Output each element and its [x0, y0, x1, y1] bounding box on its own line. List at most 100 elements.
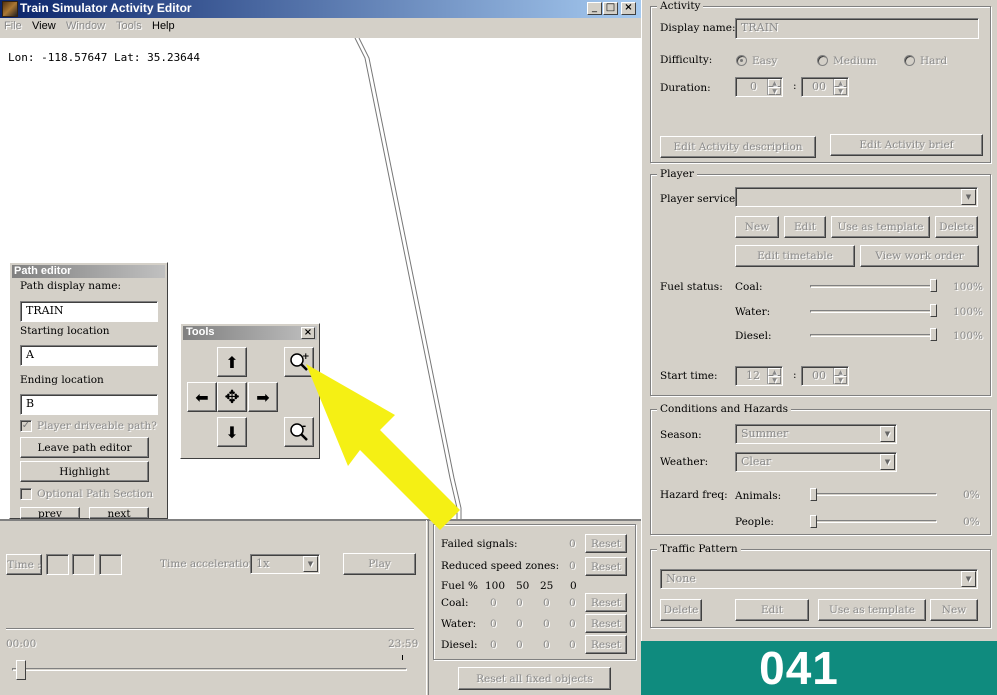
- traffic-use-template-button[interactable]: Use as template: [818, 599, 926, 621]
- season-select[interactable]: Summer ▼: [735, 424, 897, 444]
- arrow-up-icon: ⬆: [225, 352, 239, 372]
- play-button[interactable]: Play: [343, 553, 416, 575]
- time-slider-thumb[interactable]: [16, 660, 26, 680]
- duration-minutes-value: 00: [812, 80, 826, 93]
- duration-hours-value: 0: [750, 80, 757, 93]
- starting-location-field[interactable]: A: [20, 345, 158, 366]
- start-minutes-field[interactable]: 00 ▲ ▼: [801, 366, 849, 386]
- time-seconds-field[interactable]: [99, 554, 122, 575]
- bottom-splitter[interactable]: [426, 520, 429, 695]
- coal-reset-button[interactable]: Reset: [585, 593, 627, 612]
- close-button[interactable]: ×: [621, 2, 636, 15]
- player-diesel-label: Diesel:: [735, 330, 772, 342]
- chevron-down-icon: ▼: [880, 426, 895, 442]
- edit-activity-description-button[interactable]: Edit Activity description: [660, 136, 816, 158]
- menu-view[interactable]: View: [32, 20, 56, 32]
- diesel-slider-track[interactable]: [810, 334, 937, 337]
- driveable-checkbox[interactable]: ✓: [20, 420, 32, 432]
- menu-window[interactable]: Window: [66, 20, 105, 32]
- path-display-name-label: Path display name:: [20, 280, 121, 292]
- fuel-col-50: 50: [516, 580, 530, 592]
- stats-coal-0: 0: [569, 597, 576, 609]
- reset-all-button[interactable]: Reset all fixed objects: [458, 667, 611, 690]
- traffic-new-button[interactable]: New: [930, 599, 978, 621]
- start-minutes-spinner[interactable]: ▲ ▼: [833, 368, 847, 384]
- chevron-down-icon: ▼: [961, 189, 976, 205]
- reduced-speed-reset-button[interactable]: Reset: [585, 557, 627, 576]
- menu-help[interactable]: Help: [152, 20, 175, 32]
- traffic-pattern-select[interactable]: None ▼: [660, 569, 978, 589]
- season-label: Season:: [660, 429, 702, 441]
- edit-timetable-button[interactable]: Edit timetable: [735, 245, 855, 267]
- tools-titlebar[interactable]: Tools ×: [183, 326, 317, 340]
- edit-activity-brief-button[interactable]: Edit Activity brief: [830, 134, 983, 156]
- failed-signals-reset-button[interactable]: Reset: [585, 534, 627, 553]
- path-display-name-field[interactable]: TRAIN: [20, 301, 158, 322]
- activity-display-name-field[interactable]: TRAIN: [735, 18, 979, 39]
- people-slider-thumb[interactable]: [810, 515, 817, 528]
- view-work-order-button[interactable]: View work order: [860, 245, 979, 267]
- next-button[interactable]: next: [89, 507, 149, 519]
- difficulty-easy-radio[interactable]: [736, 55, 747, 66]
- animals-slider-track[interactable]: [810, 493, 937, 496]
- duration-hours-spinner[interactable]: ▲ ▼: [767, 79, 781, 95]
- pan-left-button[interactable]: ⬅: [187, 382, 217, 412]
- stats-water-50: 0: [516, 618, 523, 630]
- start-time-label: Start time:: [660, 370, 718, 382]
- coal-slider-thumb[interactable]: [930, 279, 937, 292]
- coal-slider-track[interactable]: [810, 285, 937, 288]
- time-end-label: 23:59: [388, 638, 419, 650]
- reduced-speed-value: 0: [569, 560, 576, 572]
- difficulty-hard-radio[interactable]: [904, 55, 915, 66]
- minimize-button[interactable]: _: [587, 2, 602, 15]
- pan-right-button[interactable]: ➡: [248, 382, 278, 412]
- diesel-slider-thumb[interactable]: [930, 328, 937, 341]
- start-hours-value: 12: [746, 369, 760, 382]
- water-slider-thumb[interactable]: [930, 304, 937, 317]
- player-title: Player: [657, 168, 697, 180]
- ending-location-field[interactable]: B: [20, 394, 158, 415]
- water-slider-track[interactable]: [810, 310, 937, 313]
- duration-minutes-spinner[interactable]: ▲ ▼: [833, 79, 847, 95]
- duration-colon: :: [793, 80, 797, 92]
- player-service-select[interactable]: ▼: [735, 187, 978, 207]
- water-reset-button[interactable]: Reset: [585, 614, 627, 633]
- menu-tools[interactable]: Tools: [116, 20, 142, 32]
- tools-close-button[interactable]: ×: [301, 327, 315, 339]
- maximize-button[interactable]: □: [603, 2, 618, 15]
- time-acceleration-select[interactable]: 1x ▼: [250, 554, 320, 574]
- duration-hours-field[interactable]: 0 ▲ ▼: [735, 77, 783, 97]
- fuel-header-label: Fuel %: [441, 580, 478, 592]
- difficulty-medium-radio[interactable]: [817, 55, 828, 66]
- player-edit-button[interactable]: Edit: [784, 216, 826, 238]
- leave-path-editor-button[interactable]: Leave path editor: [20, 437, 149, 458]
- time-minutes-field[interactable]: [72, 554, 95, 575]
- stats-diesel-label: Diesel:: [441, 639, 478, 651]
- player-delete-button[interactable]: Delete: [935, 216, 978, 238]
- start-hours-spinner[interactable]: ▲ ▼: [767, 368, 781, 384]
- time-hours-field[interactable]: [46, 554, 69, 575]
- weather-select[interactable]: Clear ▼: [735, 452, 897, 472]
- people-slider-track[interactable]: [810, 520, 937, 523]
- driveable-label: Player driveable path?: [37, 420, 157, 432]
- activity-title: Activity: [657, 0, 704, 12]
- path-editor-titlebar[interactable]: Path editor: [12, 265, 165, 278]
- traffic-delete-button[interactable]: Delete: [660, 599, 702, 621]
- prev-button[interactable]: prev: [20, 507, 80, 519]
- player-new-button[interactable]: New: [735, 216, 779, 238]
- start-hours-field[interactable]: 12 ▲ ▼: [735, 366, 783, 386]
- stats-coal-25: 0: [543, 597, 550, 609]
- optional-section-checkbox[interactable]: [20, 488, 32, 500]
- pan-up-button[interactable]: ⬆: [217, 347, 247, 377]
- player-use-template-button[interactable]: Use as template: [831, 216, 930, 238]
- animals-slider-thumb[interactable]: [810, 488, 817, 501]
- center-button[interactable]: ✥: [217, 382, 247, 412]
- time-slider-track[interactable]: [12, 668, 407, 671]
- pan-down-button[interactable]: ⬇: [217, 417, 247, 447]
- duration-minutes-field[interactable]: 00 ▲ ▼: [801, 77, 849, 97]
- traffic-edit-button[interactable]: Edit: [735, 599, 809, 621]
- difficulty-hard-label: Hard: [920, 55, 948, 67]
- diesel-reset-button[interactable]: Reset: [585, 635, 627, 654]
- highlight-button[interactable]: Highlight: [20, 461, 149, 482]
- menu-file[interactable]: File: [4, 20, 22, 32]
